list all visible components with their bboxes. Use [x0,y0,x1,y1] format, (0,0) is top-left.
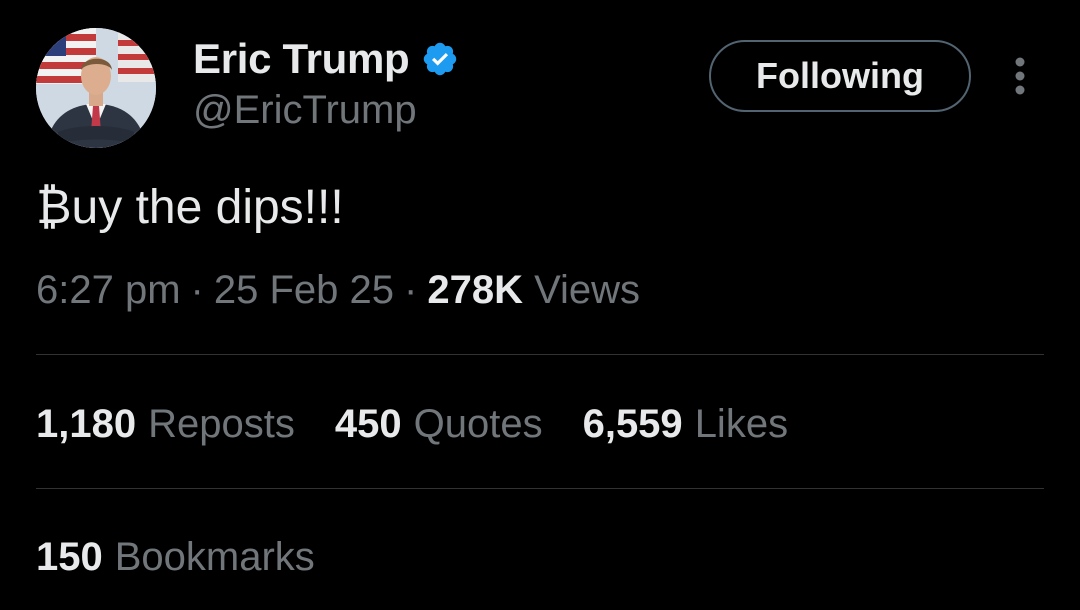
views-count: 278K [427,268,523,312]
display-name[interactable]: Eric Trump [193,35,410,83]
tweet-meta: 6:27 pm · 25 Feb 25 · 278K Views [36,268,640,313]
meta-separator: · [404,268,418,312]
tweet-time[interactable]: 6:27 pm [36,268,181,312]
more-vertical-icon [1015,57,1025,95]
avatar[interactable] [36,28,156,148]
views-label: Views [534,268,641,312]
following-button[interactable]: Following [709,40,971,112]
tweet-date[interactable]: 25 Feb 25 [214,268,394,312]
bookmarks-stat[interactable]: 150 Bookmarks [36,535,315,580]
verified-badge-icon[interactable] [421,40,459,78]
quotes-stat[interactable]: 450 Quotes [335,402,543,447]
divider [36,488,1044,489]
likes-label: Likes [694,402,789,446]
quotes-label: Quotes [413,402,543,446]
bookmarks-count: 150 [36,535,103,579]
likes-count: 6,559 [582,402,683,446]
tweet-text: ₿uy the dips!!! [36,181,344,234]
reposts-count: 1,180 [36,402,137,446]
author-name-row: Eric Trump [193,34,459,84]
reposts-label: Reposts [148,402,295,446]
meta-separator: · [190,268,204,312]
more-options-button[interactable] [1004,52,1036,100]
likes-stat[interactable]: 6,559 Likes [583,402,789,447]
bookmarks-label: Bookmarks [114,535,315,579]
avatar-image [36,28,156,148]
reposts-stat[interactable]: 1,180 Reposts [36,402,295,447]
author-handle[interactable]: @EricTrump [193,88,417,133]
engagement-stats: 1,180 Reposts 450 Quotes 6,559 Likes [36,402,788,447]
quotes-count: 450 [334,402,402,446]
divider [36,354,1044,355]
